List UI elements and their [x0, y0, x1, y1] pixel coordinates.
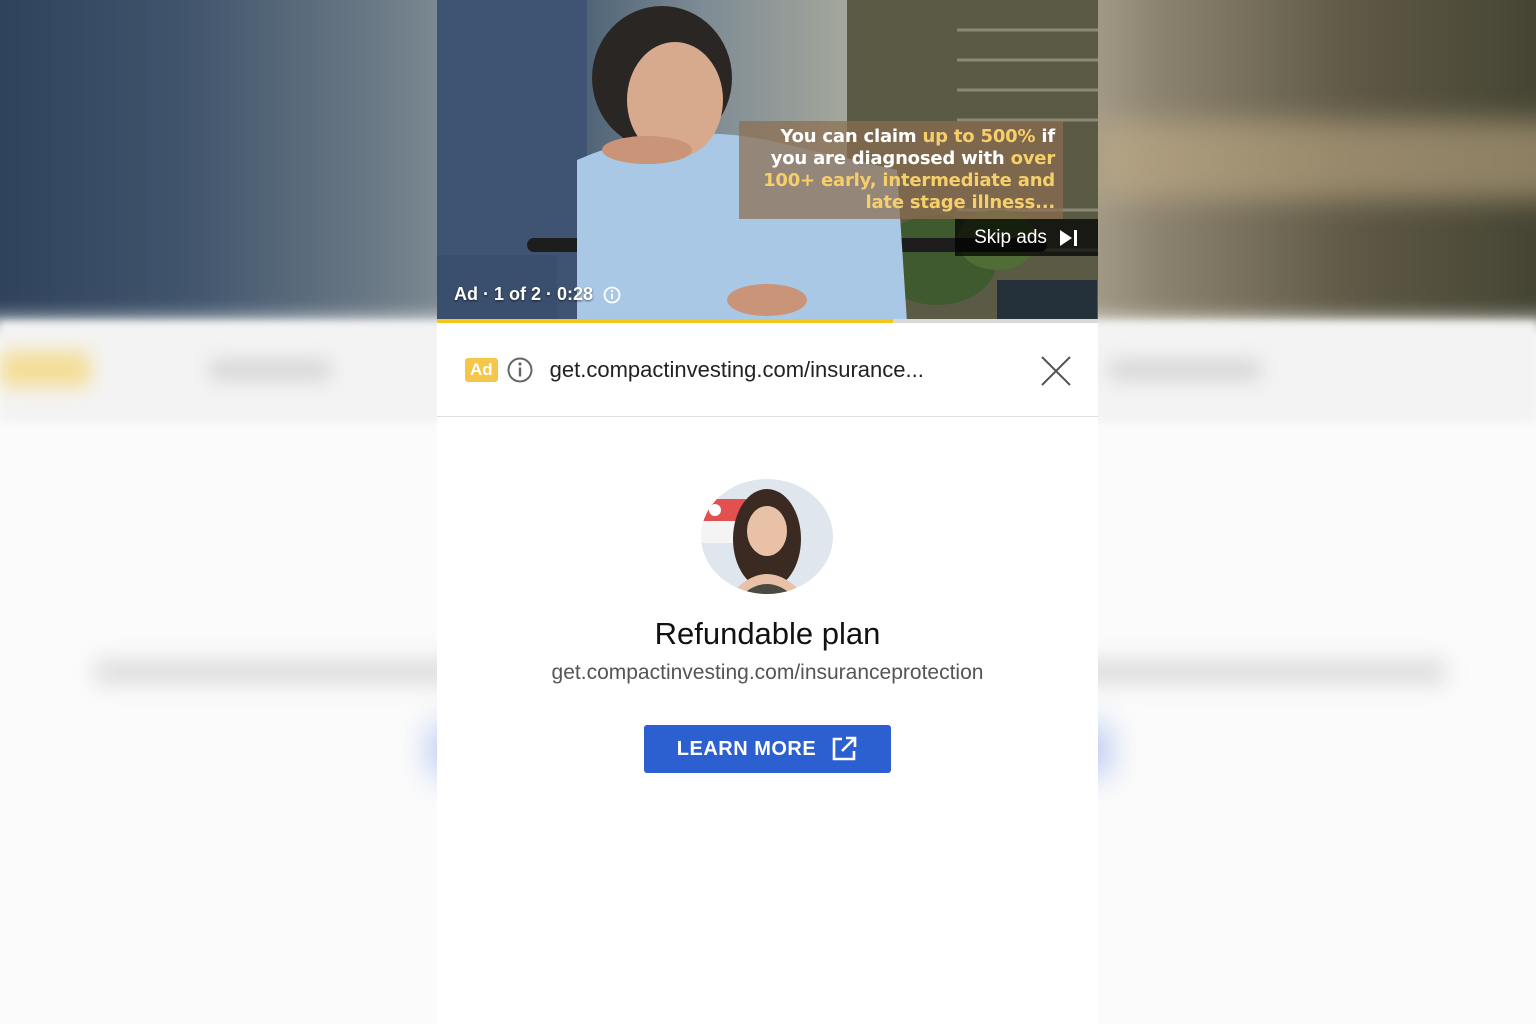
ad-title: Refundable plan [654, 616, 881, 651]
ad-progress-info: Ad · 1 of 2 · 0:28 [454, 284, 621, 305]
ad-url-link[interactable]: get.compactinvesting.com/insurance... [550, 357, 980, 383]
person-face [747, 506, 787, 556]
skip-ads-label: Skip ads [974, 226, 1047, 248]
backdrop-badge-blur [0, 352, 90, 386]
ad-info-bar[interactable]: Ad get.compactinvesting.com/insurance... [437, 323, 1098, 417]
ad-display-url[interactable]: get.compactinvesting.com/insuranceprotec… [437, 661, 1098, 685]
ad-badge: Ad [465, 357, 498, 382]
skip-ads-button[interactable]: Skip ads [955, 219, 1098, 256]
close-icon[interactable] [1040, 355, 1072, 387]
video-caption-overlay: You can claim up to 500% if you are diag… [739, 121, 1063, 219]
hand [727, 284, 807, 316]
advertiser-avatar [701, 479, 833, 594]
backdrop-caption-blur [1095, 120, 1536, 200]
info-icon[interactable] [506, 356, 534, 384]
ad-screen: You can claim up to 500% if you are diag… [437, 0, 1098, 1024]
learn-more-label: LEARN MORE [676, 737, 817, 760]
backdrop-text-blur [1110, 360, 1260, 380]
backdrop-text-blur [210, 360, 330, 380]
skip-next-icon [1059, 229, 1077, 246]
wheelchair-footrest [997, 280, 1097, 320]
video-player[interactable]: You can claim up to 500% if you are diag… [437, 0, 1098, 322]
caption-highlight: up to 500% [922, 126, 1036, 147]
caption-text: You can claim [780, 126, 923, 147]
info-icon[interactable] [603, 286, 621, 304]
learn-more-button[interactable]: LEARN MORE [644, 725, 891, 773]
external-link-icon [832, 736, 857, 761]
ad-counter-text: Ad · 1 of 2 · 0:28 [454, 284, 594, 304]
hands [602, 136, 692, 164]
